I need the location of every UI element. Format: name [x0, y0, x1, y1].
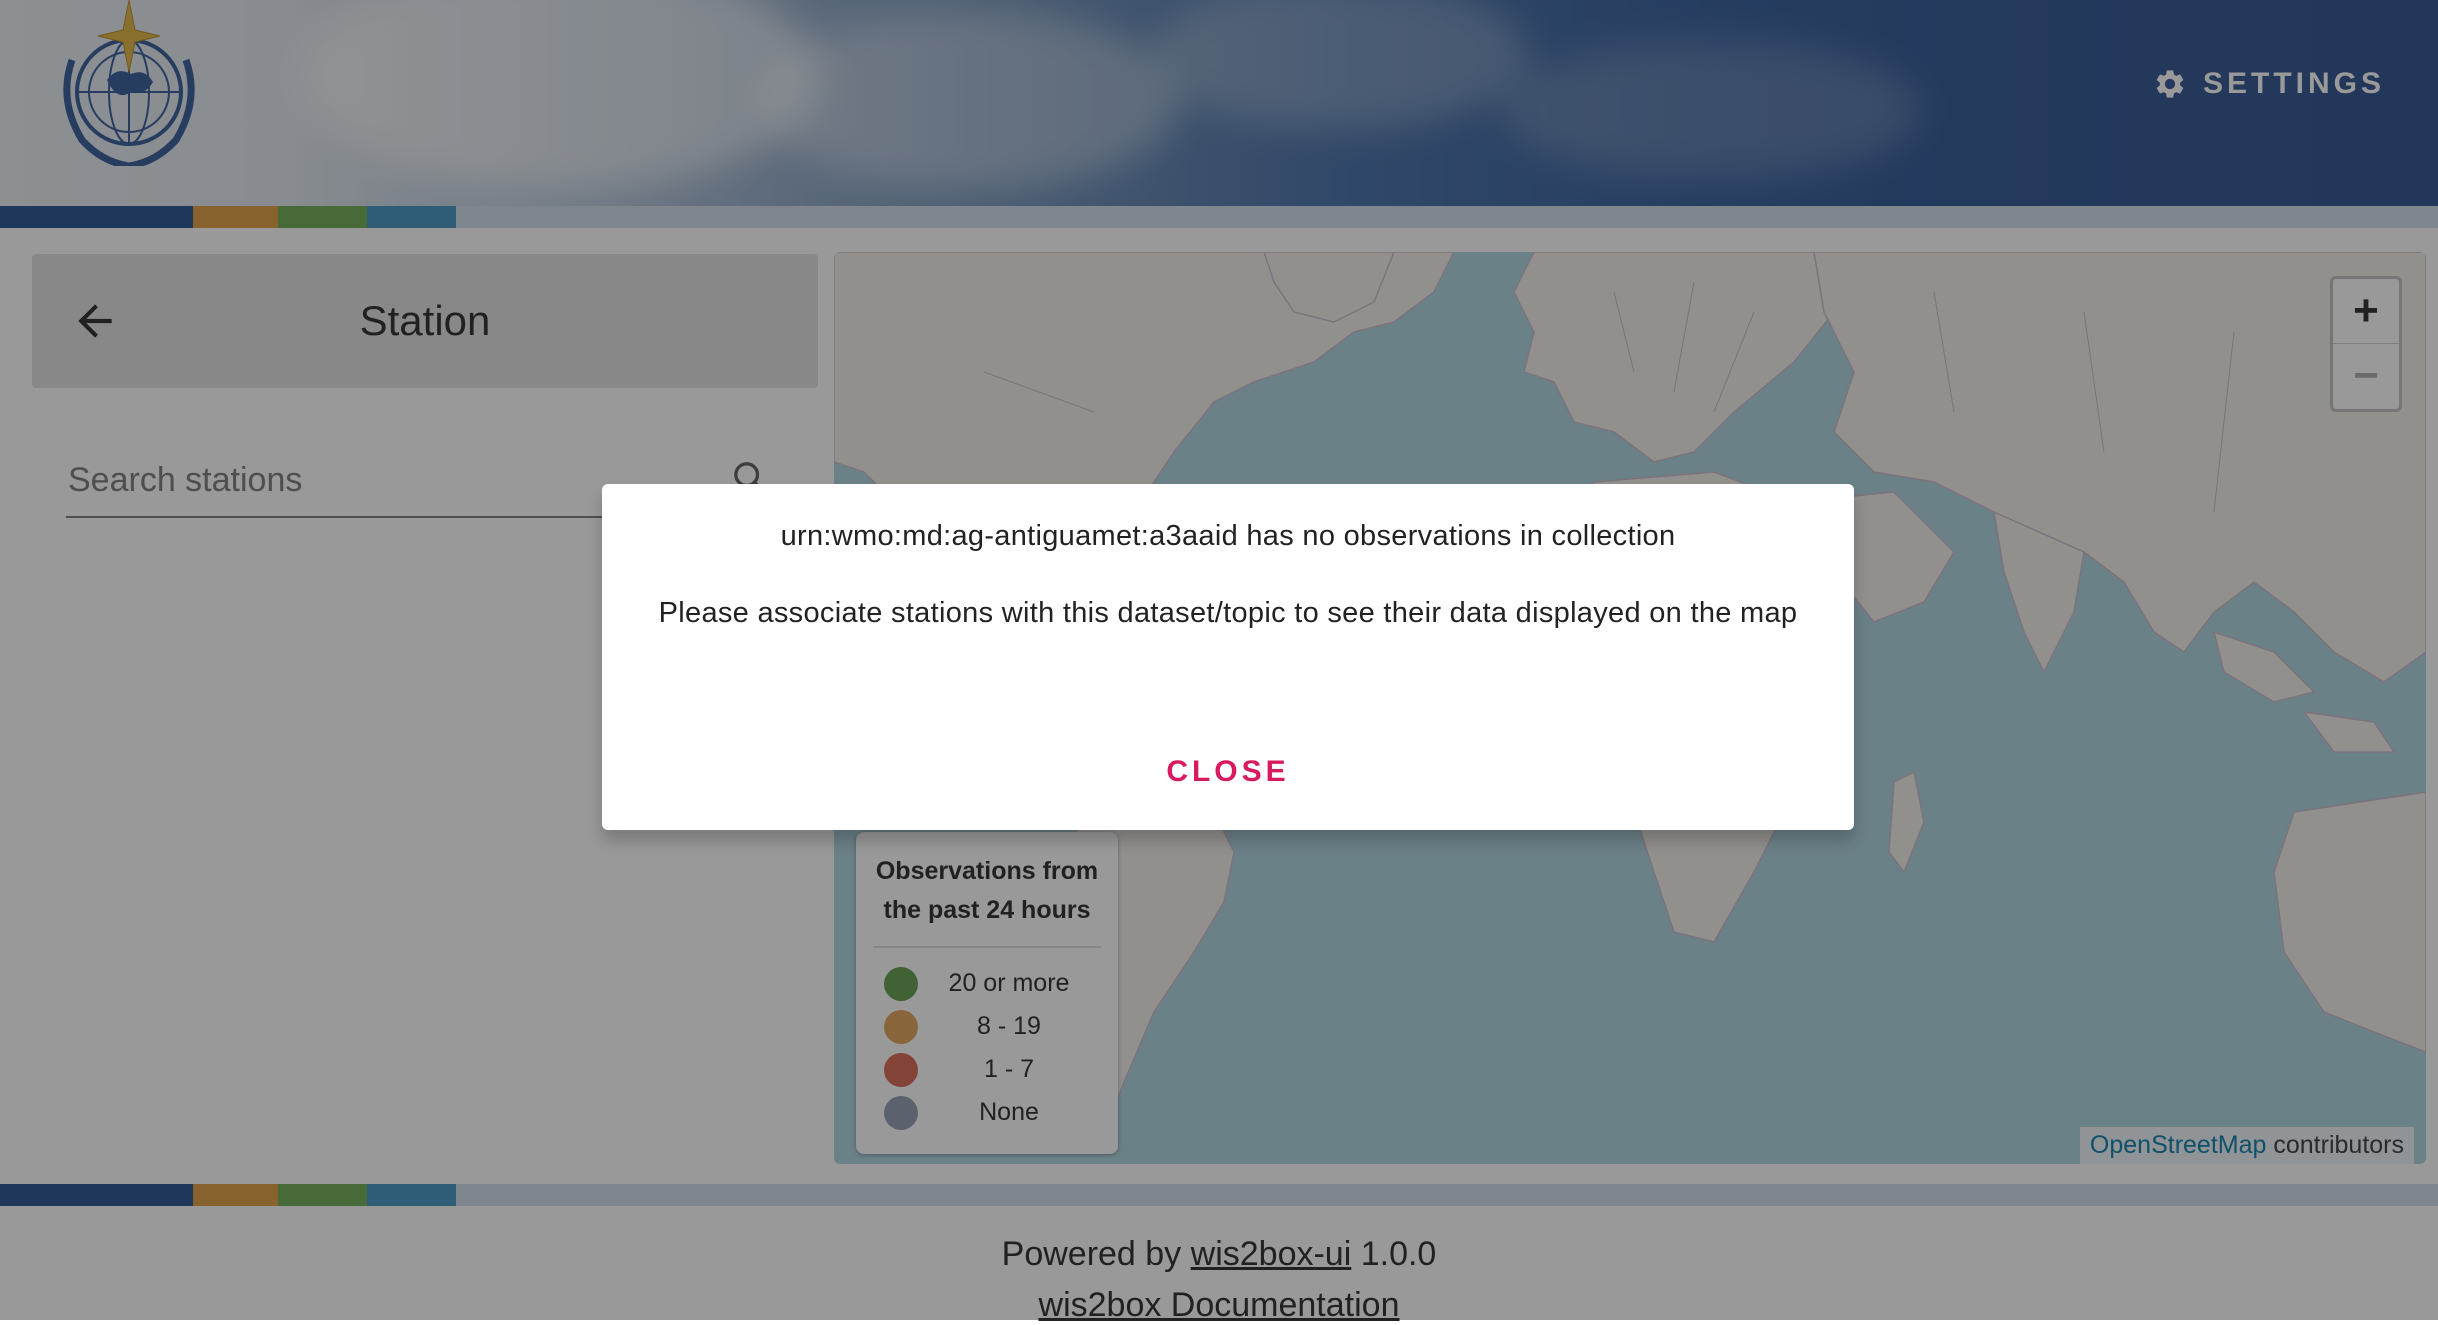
dialog-message: urn:wmo:md:ag-antiguamet:a3aaid has no o… — [780, 520, 1676, 552]
no-observations-dialog: urn:wmo:md:ag-antiguamet:a3aaid has no o… — [602, 484, 1854, 830]
dialog-hint: Please associate stations with this data… — [658, 597, 1798, 629]
close-button[interactable]: CLOSE — [1160, 754, 1295, 790]
